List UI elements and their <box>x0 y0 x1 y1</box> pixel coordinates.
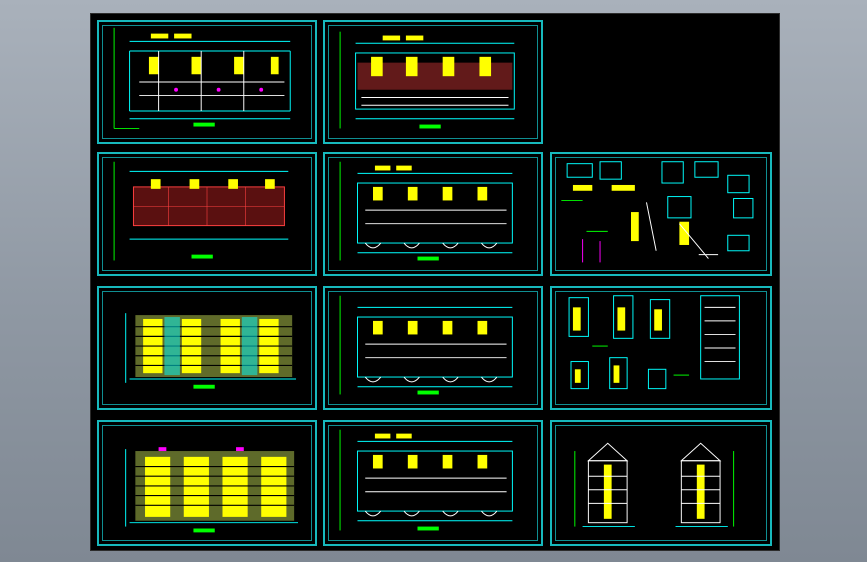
section-details-drawing <box>568 295 740 390</box>
front-elevation-drawing <box>125 313 297 389</box>
sheet-floor-plan-4[interactable] <box>323 286 543 410</box>
sheet-rear-elevation[interactable] <box>97 420 317 546</box>
sheet-floor-plan-3[interactable] <box>323 152 543 276</box>
floor-plan-drawing <box>113 27 291 129</box>
sheet-side-elevations[interactable] <box>550 420 772 546</box>
details-drawing <box>561 161 754 263</box>
rear-elevation-drawing <box>125 447 299 533</box>
floor-plan-drawing <box>339 161 513 261</box>
floor-plan-drawing <box>339 429 513 531</box>
floor-plan-drawing <box>339 295 513 395</box>
sheet-details[interactable] <box>550 152 772 276</box>
sheet-floor-plan-2[interactable] <box>323 20 543 144</box>
roof-plan-drawing <box>113 161 289 261</box>
drawing-canvas[interactable] <box>90 13 780 551</box>
sheet-floor-plan-5[interactable] <box>323 420 543 546</box>
side-elevations-drawing <box>574 442 735 528</box>
sheet-floor-plan-1[interactable] <box>97 20 317 144</box>
sheet-roof-plan[interactable] <box>97 152 317 276</box>
sheet-section-details[interactable] <box>550 286 772 410</box>
floor-plan-shaded-drawing <box>339 31 515 129</box>
sheet-front-elevation[interactable] <box>97 286 317 410</box>
